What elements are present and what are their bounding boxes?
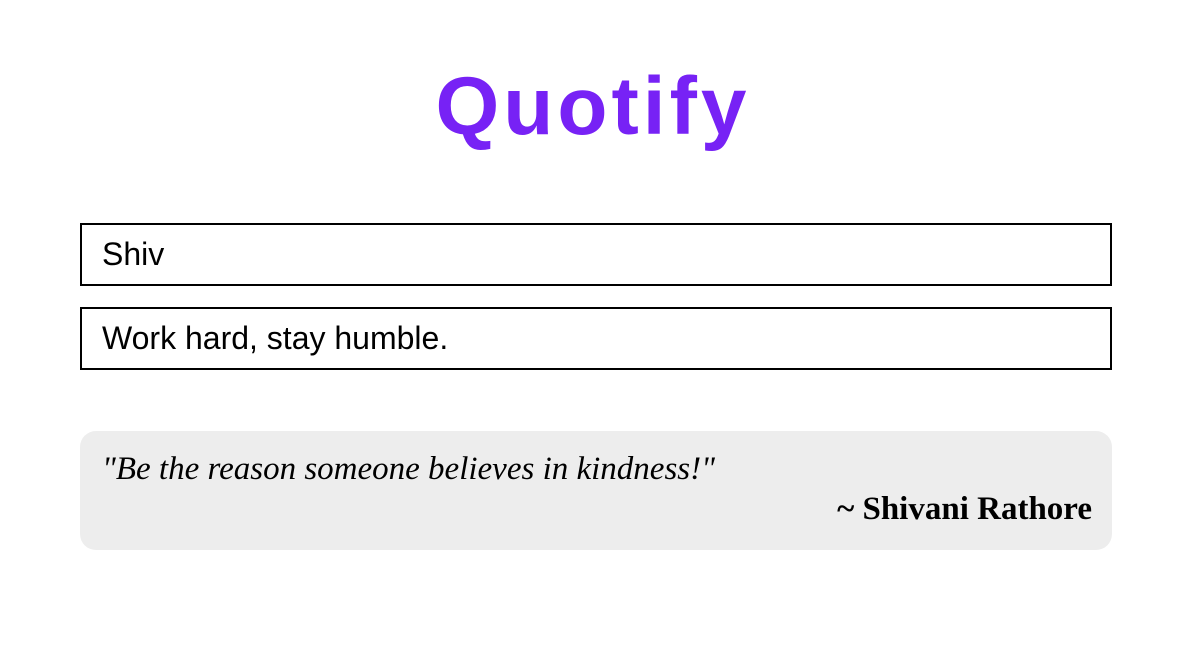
quote-card: "Be the reason someone believes in kindn… xyxy=(80,431,1112,550)
app-title: Quotify xyxy=(435,61,751,152)
author-input[interactable] xyxy=(80,223,1112,286)
quote-input[interactable] xyxy=(80,307,1112,370)
quote-text: "Be the reason someone believes in kindn… xyxy=(102,451,715,487)
quote-author: ~ Shivani Rathore xyxy=(837,491,1092,527)
